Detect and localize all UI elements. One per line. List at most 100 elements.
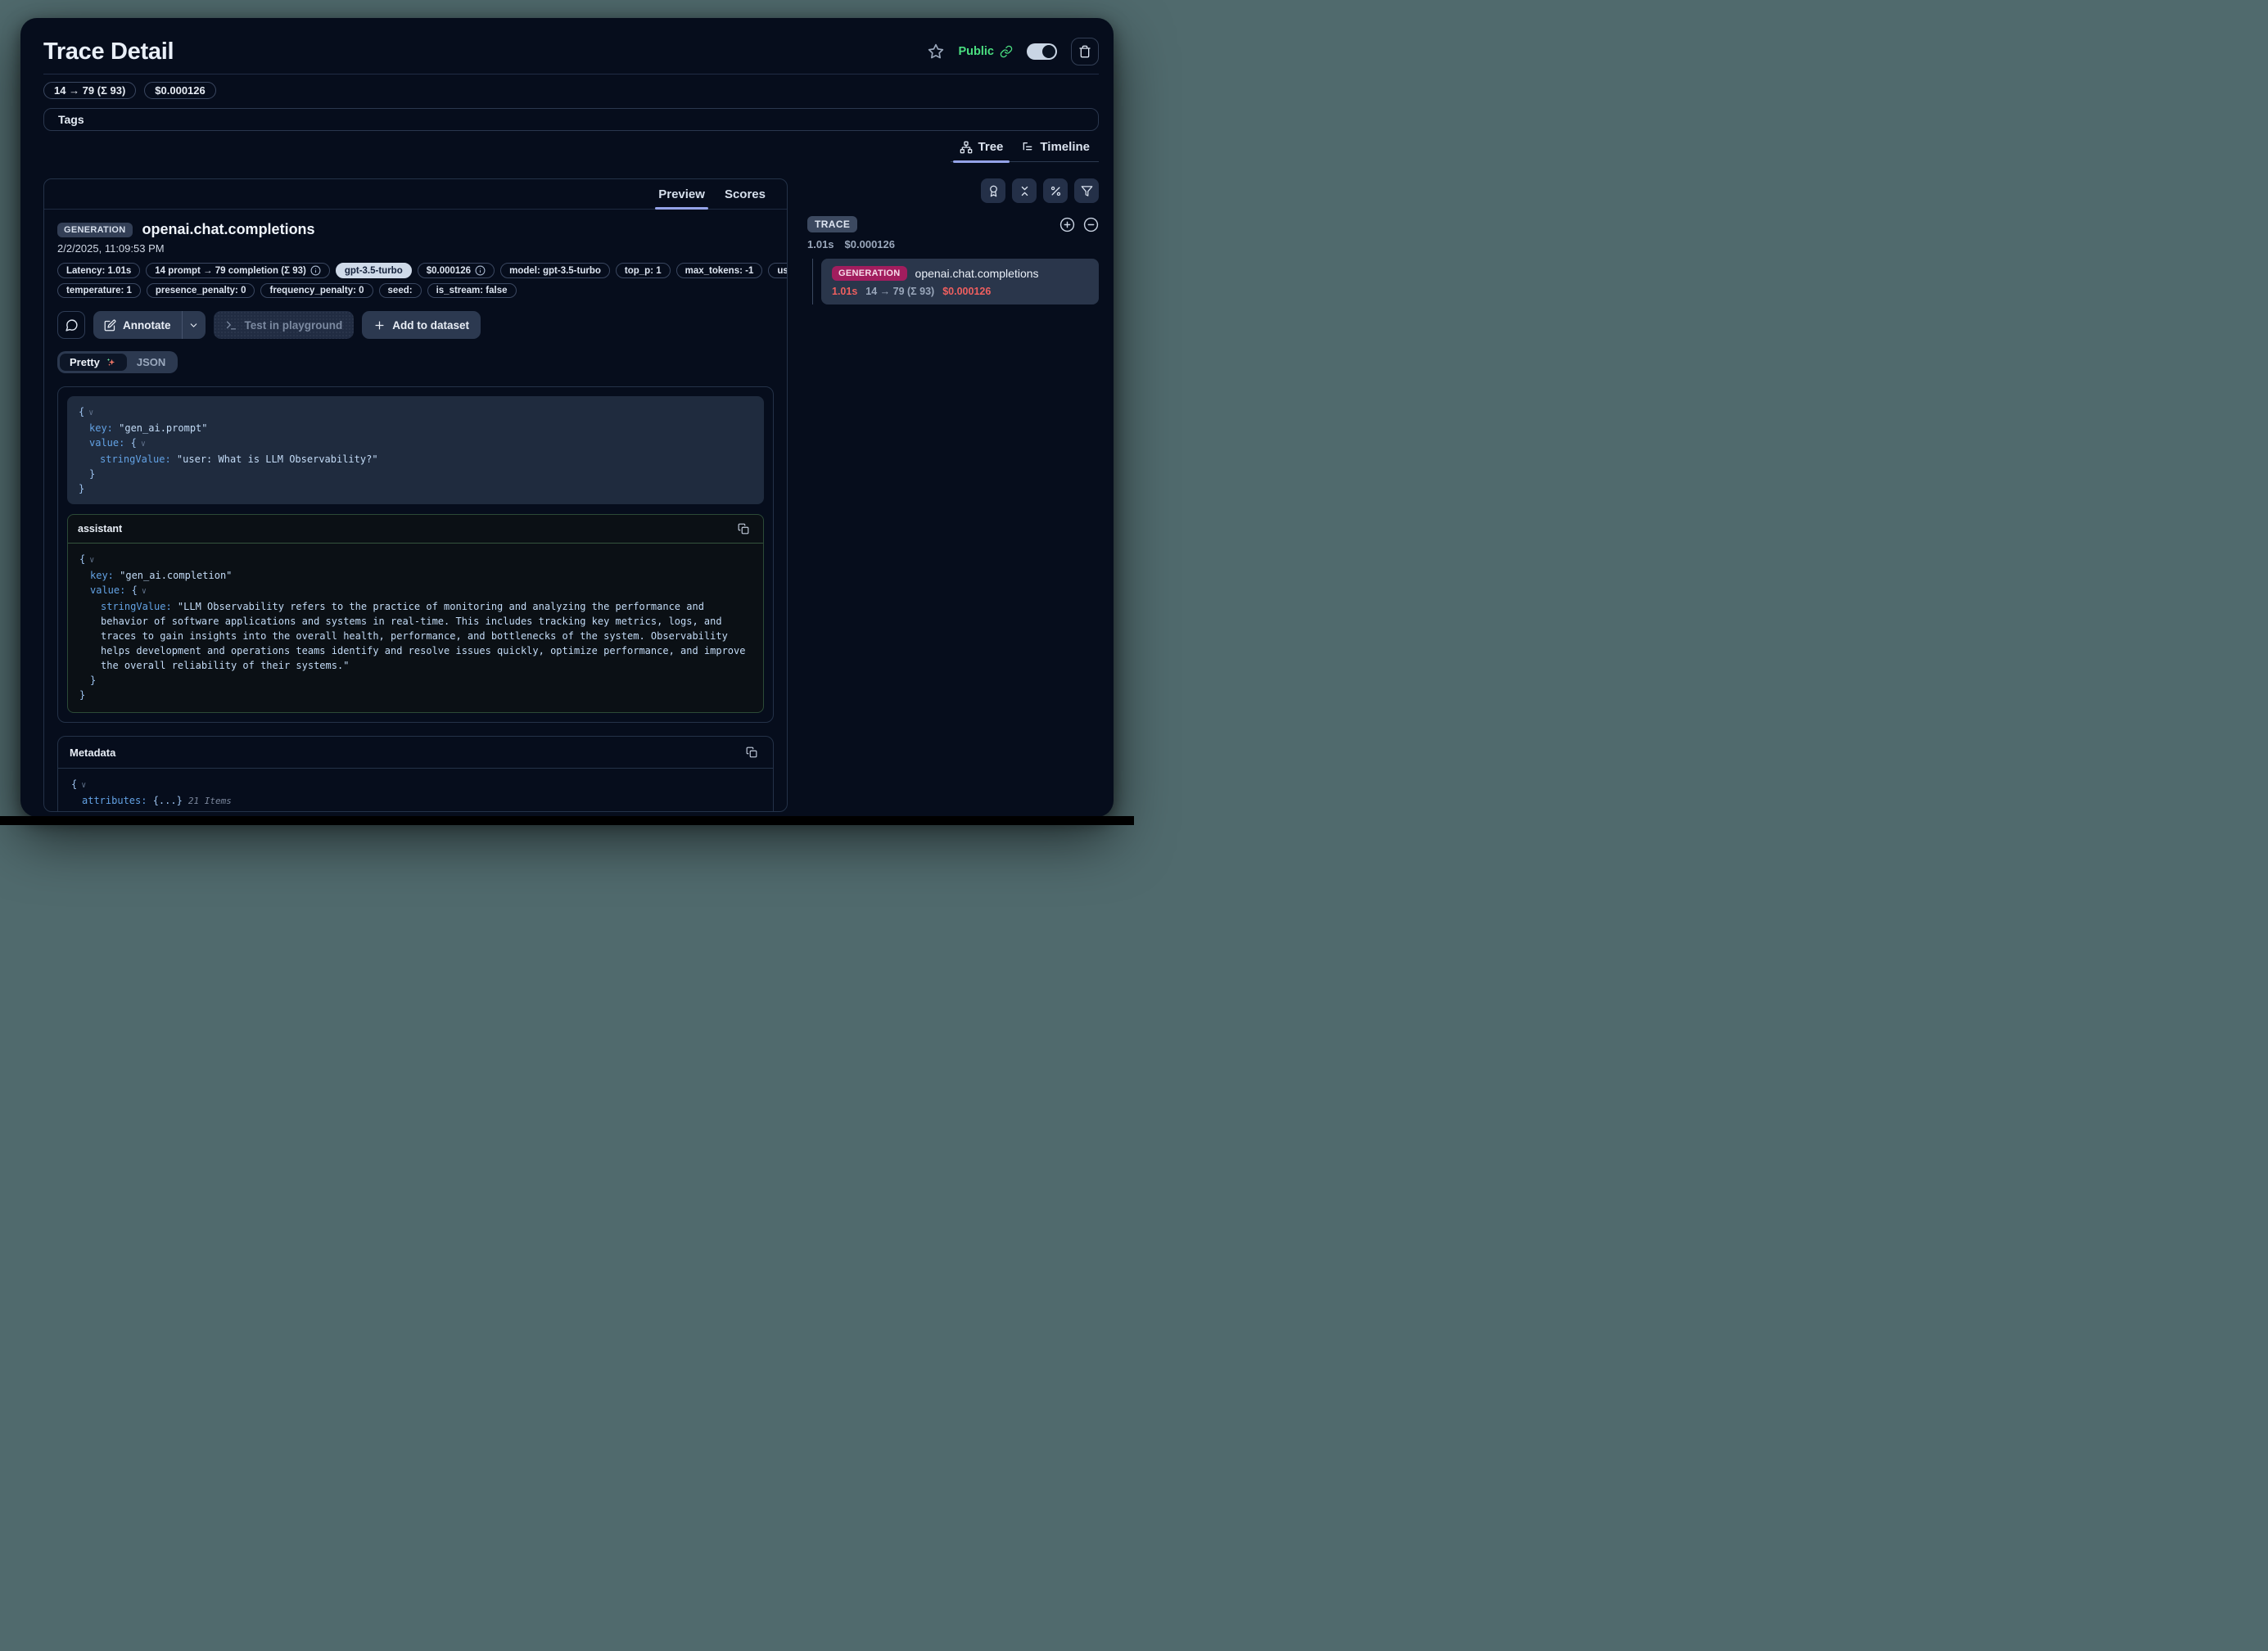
code-token: value: bbox=[89, 437, 131, 449]
code-token: { bbox=[79, 553, 85, 565]
prompt-code-block: {∨key: "gen_ai.prompt"value: {∨stringVal… bbox=[67, 396, 764, 504]
observation-badge: $0.000126 bbox=[418, 263, 495, 278]
app-window: Trace Detail Public 14 → 79 (Σ 93) $0.00… bbox=[20, 18, 1114, 817]
code-line: {∨ bbox=[71, 777, 760, 793]
code-token: { bbox=[79, 406, 84, 417]
info-icon-button[interactable] bbox=[310, 265, 321, 276]
collapse-toggle-icon[interactable]: ∨ bbox=[142, 587, 147, 596]
badge-label: max_tokens: -1 bbox=[685, 266, 754, 276]
info-icon bbox=[475, 265, 486, 276]
info-icon-button[interactable] bbox=[475, 265, 486, 276]
tree-node-generation[interactable]: GENERATION openai.chat.completions 1.01s… bbox=[821, 259, 1099, 304]
observation-badge: seed: bbox=[379, 283, 422, 298]
code-line: {∨ bbox=[79, 552, 752, 568]
delete-trace-button[interactable] bbox=[1071, 38, 1099, 65]
tags-editor[interactable]: Tags bbox=[43, 108, 1099, 131]
observation-body: GENERATION openai.chat.completions 2/2/2… bbox=[44, 210, 787, 812]
code-token: "user: What is LLM Observability?" bbox=[177, 453, 378, 465]
copy-assistant-button[interactable] bbox=[734, 519, 753, 539]
bookmark-star-button[interactable] bbox=[928, 43, 944, 60]
format-json-option[interactable]: JSON bbox=[127, 354, 175, 371]
code-line: key: "gen_ai.completion" bbox=[79, 568, 752, 583]
badge-label: presence_penalty: 0 bbox=[156, 286, 246, 295]
code-token: } bbox=[79, 689, 85, 701]
observation-badge: Latency: 1.01s bbox=[57, 263, 140, 278]
token-count-badge: 14 → 79 (Σ 93) bbox=[43, 82, 136, 99]
observation-badge: temperature: 1 bbox=[57, 283, 141, 298]
collapse-toggle-icon[interactable]: ∨ bbox=[81, 781, 86, 790]
tab-tree[interactable]: Tree bbox=[951, 138, 1013, 161]
collapse-tree-button[interactable] bbox=[1083, 217, 1099, 232]
window-bottom-shadow bbox=[0, 816, 1134, 825]
observation-timestamp: 2/2/2025, 11:09:53 PM bbox=[57, 242, 774, 255]
trace-cost: $0.000126 bbox=[845, 238, 895, 250]
badge-label: Latency: 1.01s bbox=[66, 266, 131, 276]
page-title: Trace Detail bbox=[43, 38, 174, 65]
code-line: } bbox=[79, 673, 752, 688]
badge-label: model: gpt-3.5-turbo bbox=[509, 266, 601, 276]
collapse-toggle-icon[interactable]: ∨ bbox=[89, 556, 94, 565]
observation-card: Preview Scores GENERATION openai.chat.co… bbox=[43, 178, 788, 812]
comment-button[interactable] bbox=[57, 311, 85, 339]
code-token: stringValue: bbox=[100, 453, 177, 465]
node-stats-row: 1.01s 14 → 79 (Σ 93) $0.000126 bbox=[832, 286, 1088, 297]
trace-badge[interactable]: TRACE bbox=[807, 216, 857, 232]
view-tabs-row: Tree Timeline bbox=[43, 138, 1099, 162]
node-tokens: 14 → 79 (Σ 93) bbox=[865, 286, 934, 297]
expand-all-button[interactable] bbox=[1059, 217, 1075, 232]
format-toggle: Pretty JSON bbox=[57, 351, 178, 373]
timeline-icon bbox=[1021, 141, 1034, 154]
code-line: } bbox=[79, 481, 752, 496]
io-preview-card: {∨key: "gen_ai.prompt"value: {∨stringVal… bbox=[57, 386, 774, 723]
code-line: value: { ∨ bbox=[79, 583, 752, 599]
add-to-dataset-button[interactable]: Add to dataset bbox=[362, 311, 481, 339]
topbar: Trace Detail Public bbox=[43, 18, 1099, 65]
observation-badge: model: gpt-3.5-turbo bbox=[500, 263, 610, 278]
code-token: 21 Items bbox=[188, 796, 232, 806]
code-token: } bbox=[90, 674, 96, 686]
tab-preview[interactable]: Preview bbox=[648, 185, 715, 209]
scores-toggle-button[interactable] bbox=[981, 178, 1005, 203]
collapse-toggle-icon[interactable]: ∨ bbox=[141, 440, 146, 449]
filter-funnel-icon bbox=[1081, 185, 1093, 197]
observation-name: openai.chat.completions bbox=[142, 221, 315, 238]
metadata-header: Metadata bbox=[58, 737, 773, 769]
code-token: } bbox=[89, 468, 95, 480]
code-token: "gen_ai.completion" bbox=[120, 570, 232, 581]
info-icon bbox=[310, 265, 321, 276]
public-share-link[interactable]: Public bbox=[958, 45, 1013, 58]
public-label: Public bbox=[958, 45, 994, 58]
code-token: value: bbox=[90, 584, 132, 596]
test-in-playground-button[interactable]: Test in playground bbox=[214, 311, 355, 339]
preview-tabs: Preview Scores bbox=[44, 179, 787, 210]
filter-button[interactable] bbox=[1074, 178, 1099, 203]
code-token: { bbox=[132, 584, 138, 596]
observation-badge: max_tokens: -1 bbox=[676, 263, 763, 278]
code-line: key: "gen_ai.prompt" bbox=[79, 421, 752, 435]
format-pretty-option[interactable]: Pretty bbox=[60, 354, 127, 371]
metrics-toggle-button[interactable] bbox=[1043, 178, 1068, 203]
annotate-button[interactable]: Annotate bbox=[93, 311, 182, 339]
code-line: resourceAttributes: {∨ bbox=[71, 809, 760, 812]
trash-icon bbox=[1078, 45, 1091, 58]
sparkles-icon bbox=[106, 357, 117, 368]
tree-icon bbox=[960, 141, 973, 154]
code-line: stringValue: "user: What is LLM Observab… bbox=[79, 452, 752, 467]
actions-row: Annotate Test in playground bbox=[57, 311, 774, 339]
tree-zoom-controls bbox=[1059, 217, 1099, 232]
public-toggle[interactable] bbox=[1027, 43, 1057, 60]
collapse-toggle-icon[interactable]: ∨ bbox=[88, 408, 93, 417]
observation-type-badge: GENERATION bbox=[57, 223, 133, 237]
trace-stats-row: 14 → 79 (Σ 93) $0.000126 bbox=[43, 82, 1099, 99]
code-token: } bbox=[79, 483, 84, 494]
collapse-all-button[interactable] bbox=[1012, 178, 1037, 203]
plus-circle-icon bbox=[1059, 217, 1075, 232]
tab-timeline[interactable]: Timeline bbox=[1012, 138, 1099, 161]
copy-metadata-button[interactable] bbox=[742, 742, 761, 762]
observation-title-row: GENERATION openai.chat.completions bbox=[57, 221, 774, 238]
tab-scores[interactable]: Scores bbox=[715, 185, 775, 209]
node-type-badge: GENERATION bbox=[832, 266, 907, 281]
annotate-split-button: Annotate bbox=[93, 311, 206, 339]
annotate-dropdown-button[interactable] bbox=[183, 311, 206, 339]
chevron-down-icon bbox=[188, 320, 199, 331]
